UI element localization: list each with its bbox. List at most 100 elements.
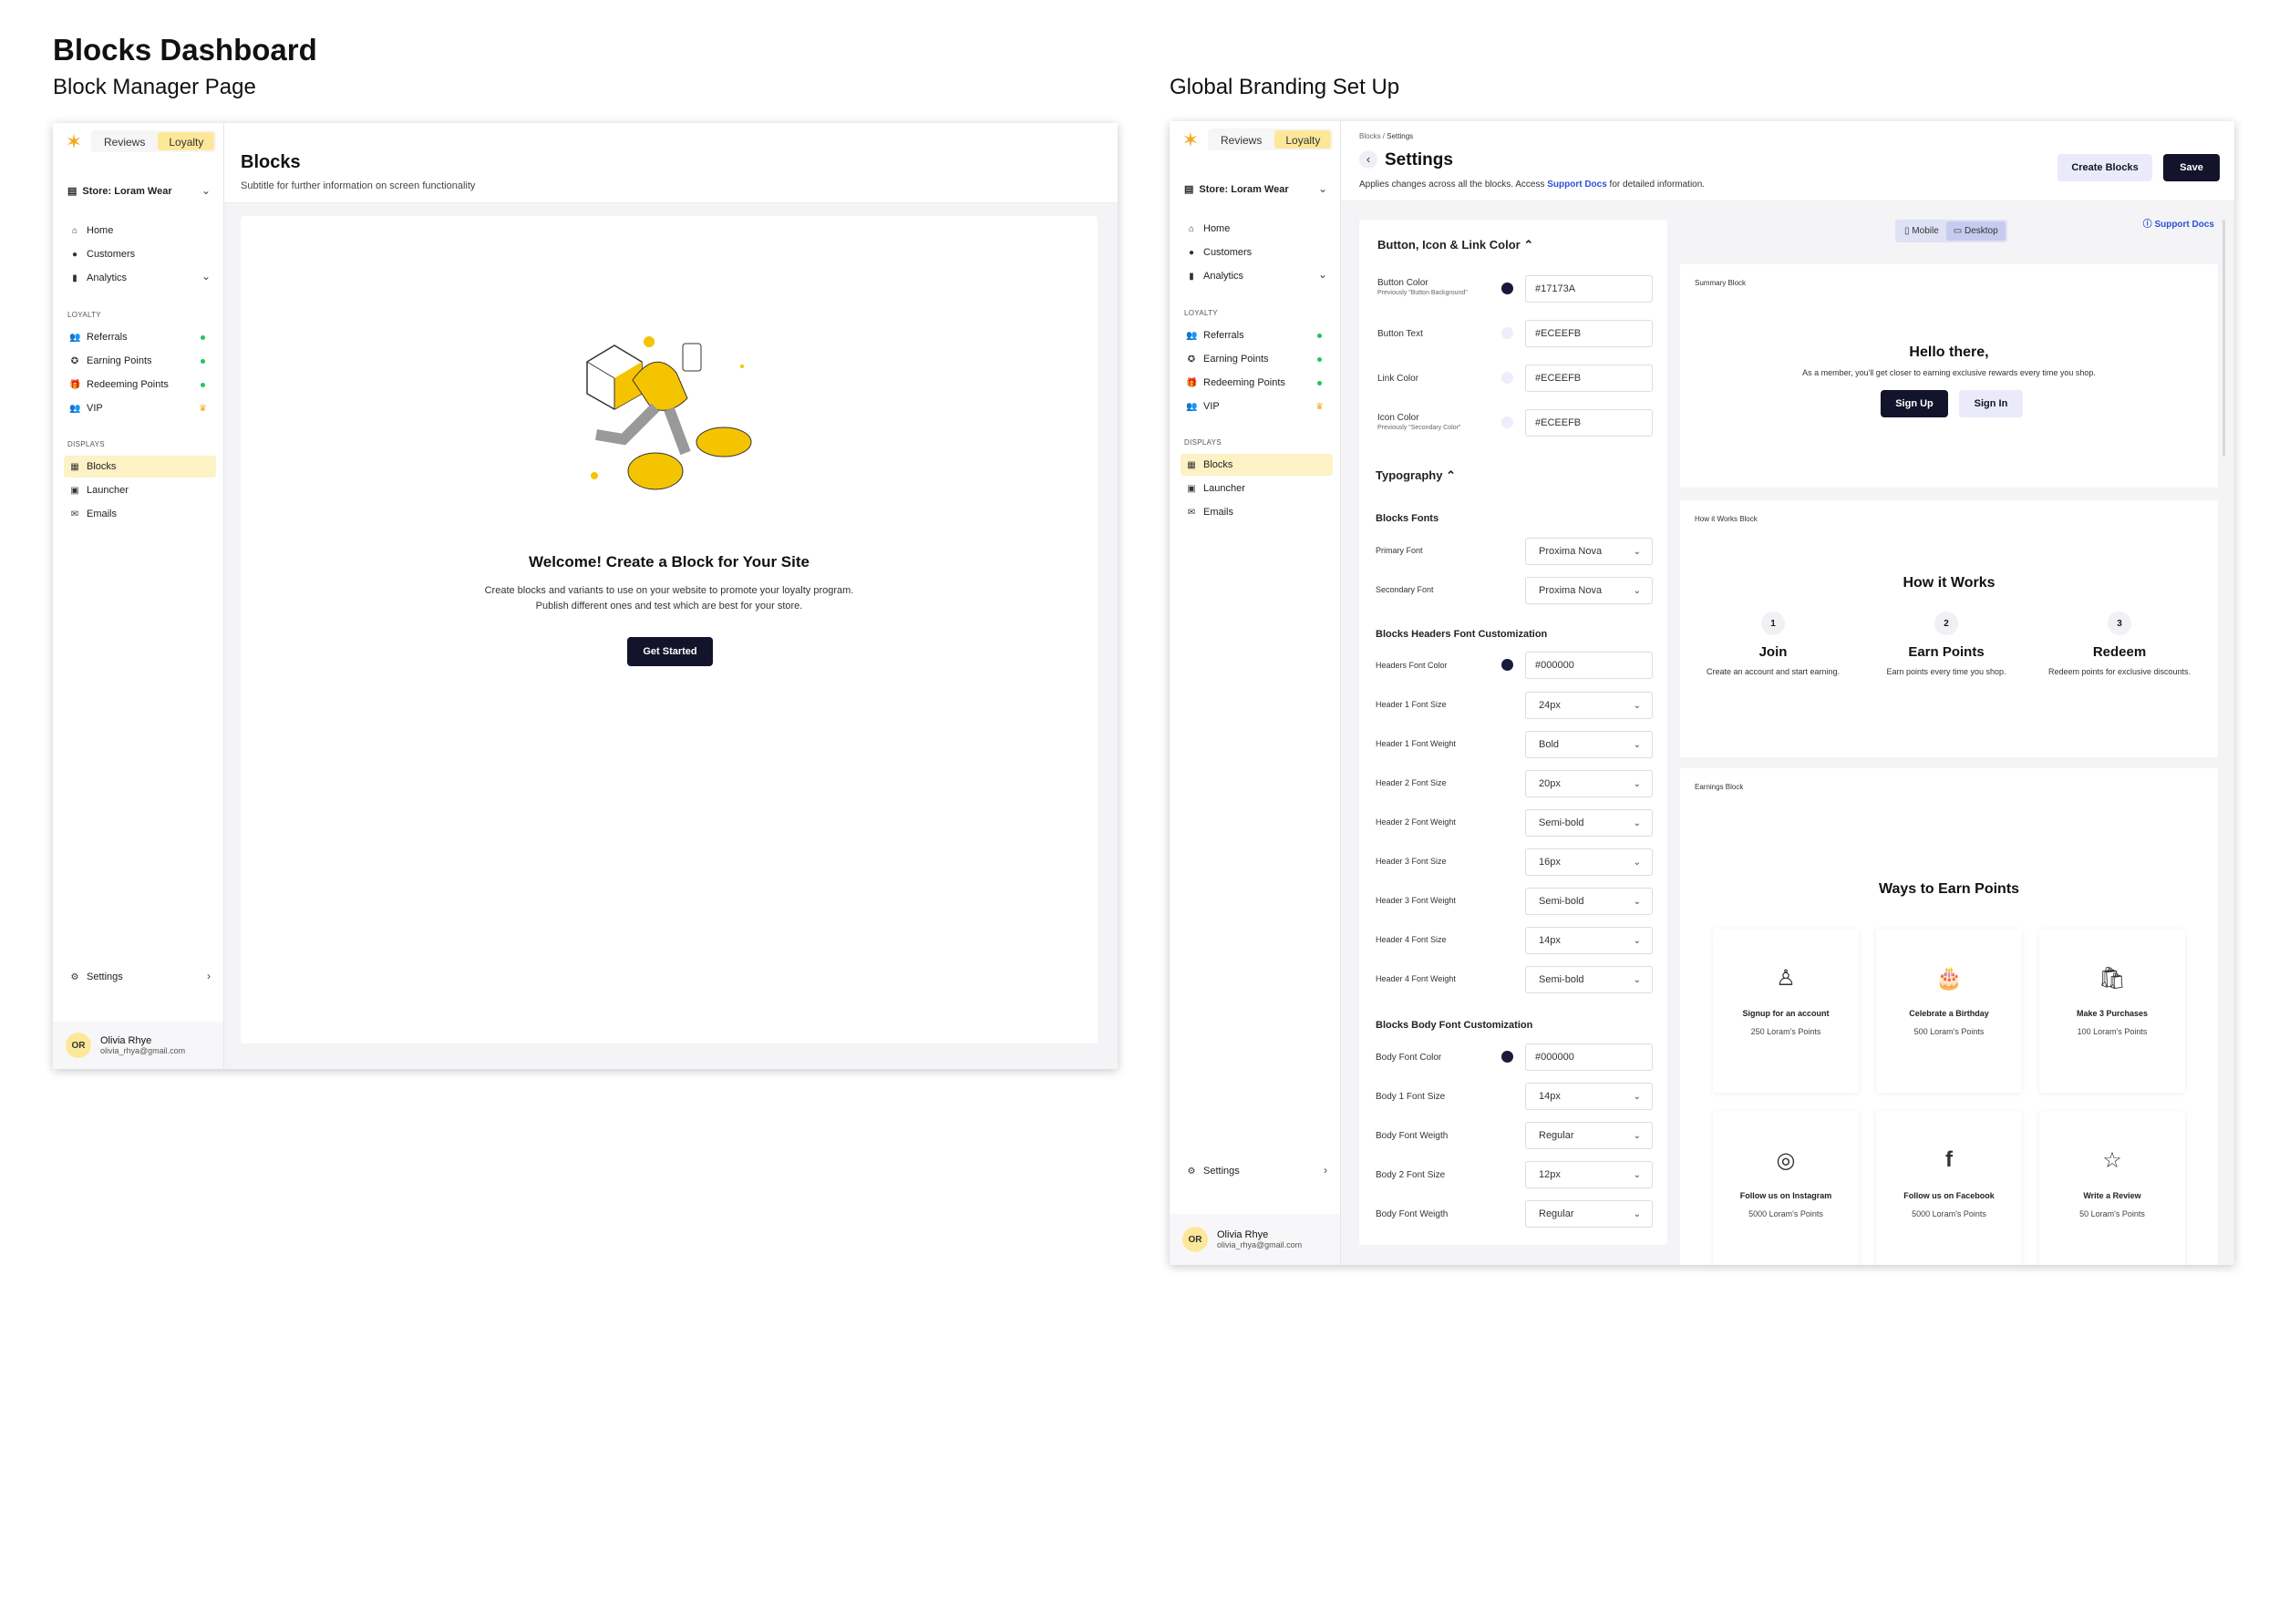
user-profile[interactable]: OR Olivia Rhye olivia_rhya@gmail.com [1170, 1214, 1340, 1265]
block-manager-frame: ✶ Reviews Loyalty ▤ Store: Loram Wear ⌄ … [53, 123, 1118, 1069]
b1-size-select[interactable]: 14px ⌄ [1525, 1083, 1653, 1110]
sidebar-item-blocks[interactable]: ▦ Blocks [64, 456, 216, 478]
create-blocks-button[interactable]: Create Blocks [2057, 154, 2152, 181]
sidebar-item-vip[interactable]: 👥 VIP ♛ [1181, 396, 1333, 417]
tab-reviews[interactable]: Reviews [93, 132, 156, 150]
h1-size-select[interactable]: 24px ⌄ [1525, 692, 1653, 719]
earn-tile[interactable]: f Follow us on Facebook 5000 Loram's Point… [1876, 1111, 2022, 1265]
sidebar-item-redeeming-points[interactable]: 🎁 Redeeming Points [1181, 372, 1333, 394]
h4-weight-select[interactable]: Semi-bold ⌄ [1525, 966, 1653, 993]
icon-color-input[interactable]: #ECEEFB [1525, 409, 1653, 437]
breadcrumb-root[interactable]: Blocks [1359, 132, 1381, 140]
earn-tile[interactable]: ♙ Signup for an account 250 Loram's Points [1713, 929, 1859, 1093]
button-color-input[interactable]: #17173A [1525, 275, 1653, 303]
get-started-button[interactable]: Get Started [627, 637, 713, 666]
tab-reviews[interactable]: Reviews [1210, 130, 1273, 149]
earn-tile[interactable]: 🎂 Celebrate a Birthday 500 Loram's Points [1876, 929, 2022, 1093]
save-button[interactable]: Save [2163, 154, 2220, 181]
h1-weight-select[interactable]: Bold ⌄ [1525, 731, 1653, 758]
sidebar-item-home[interactable]: ⌂ Home [1181, 218, 1333, 240]
sign-up-button[interactable]: Sign Up [1881, 390, 1948, 417]
sidebar-item-customers[interactable]: ● Customers [64, 243, 216, 265]
chevron-down-icon: ⌄ [1633, 1091, 1641, 1102]
h3-weight-select[interactable]: Semi-bold ⌄ [1525, 888, 1653, 915]
headers-font-color-swatch[interactable] [1501, 659, 1513, 671]
sidebar-item-label: Earning Points [1203, 354, 1269, 365]
button-color-swatch[interactable] [1501, 283, 1513, 294]
b2-size-select[interactable]: 12px ⌄ [1525, 1161, 1653, 1188]
empty-state-line-2: Publish different ones and test which ar… [535, 601, 803, 612]
b1-weight-select[interactable]: Regular ⌄ [1525, 1122, 1653, 1149]
chevron-down-icon[interactable]: ⌄ [201, 270, 211, 283]
help-circle-icon: ⓘ [2142, 220, 2152, 230]
grid-icon: ▦ [70, 461, 79, 472]
sidebar-item-vip[interactable]: 👥 VIP ♛ [64, 397, 216, 419]
sidebar-item-blocks[interactable]: ▦ Blocks [1181, 454, 1333, 476]
sidebar-item-emails[interactable]: ✉ Emails [1181, 501, 1333, 523]
primary-font-select[interactable]: Proxima Nova ⌄ [1525, 538, 1653, 565]
settings-description-text: Applies changes across all the blocks. A… [1359, 180, 1548, 190]
chevron-down-icon[interactable]: ⌄ [1318, 268, 1327, 281]
chevron-right-icon[interactable]: › [1324, 1164, 1327, 1177]
color-section-heading[interactable]: Button, Icon & Link Color ⌃ [1377, 238, 1533, 252]
sidebar-item-home[interactable]: ⌂ Home [64, 220, 216, 242]
sidebar-item-launcher[interactable]: ▣ Launcher [1181, 478, 1333, 499]
button-text-swatch[interactable] [1501, 327, 1513, 339]
summary-block-preview[interactable]: Summary Block Hello there, As a member, … [1680, 264, 2218, 488]
h4-weight-label: Header 4 Font Weight [1376, 974, 1456, 983]
h2-size-label: Header 2 Font Size [1376, 778, 1447, 787]
secondary-font-select[interactable]: Proxima Nova ⌄ [1525, 577, 1653, 604]
sidebar-item-analytics[interactable]: ▮ Analytics [1181, 265, 1333, 287]
body-font-color-swatch[interactable] [1501, 1051, 1513, 1063]
sidebar-item-redeeming-points[interactable]: 🎁 Redeeming Points [64, 374, 216, 396]
sidebar-item-earning-points[interactable]: ✪ Earning Points [1181, 348, 1333, 370]
earn-tile[interactable]: ◎ Follow us on Instagram 5000 Loram's Poin… [1713, 1111, 1859, 1265]
support-docs-link[interactable]: Support Docs [1547, 180, 1607, 190]
button-text-input[interactable]: #ECEEFB [1525, 320, 1653, 347]
typography-heading[interactable]: Typography ⌃ [1376, 468, 1456, 483]
sign-in-button[interactable]: Sign In [1959, 390, 2023, 417]
link-color-input[interactable]: #ECEEFB [1525, 365, 1653, 392]
user-profile[interactable]: OR Olivia Rhye olivia_rhya@gmail.com [53, 1022, 223, 1069]
chevron-down-icon[interactable]: ⌄ [1318, 182, 1327, 195]
tab-loyalty[interactable]: Loyalty [1274, 130, 1332, 149]
earn-tile[interactable]: 🛍 Make 3 Purchases 100 Loram's Points [2039, 929, 2185, 1093]
icon-color-swatch[interactable] [1501, 416, 1513, 428]
store-selector[interactable]: ▤ Store: Loram Wear [1184, 183, 1289, 196]
how-it-works-block-preview[interactable]: How it Works Block How it Works 1 Join Cre… [1680, 500, 2218, 757]
link-color-label: Link Color [1377, 374, 1419, 384]
sidebar-item-customers[interactable]: ● Customers [1181, 242, 1333, 263]
sidebar-item-label: Home [1203, 223, 1231, 234]
sidebar-item-launcher[interactable]: ▣ Launcher [64, 479, 216, 501]
sidebar-item-emails[interactable]: ✉ Emails [64, 503, 216, 525]
view-desktop-option[interactable]: ▭ Desktop [1945, 221, 2006, 241]
h4-size-select[interactable]: 14px ⌄ [1525, 927, 1653, 954]
chevron-down-icon[interactable]: ⌄ [201, 184, 211, 197]
chevron-right-icon[interactable]: › [207, 970, 211, 982]
h3-weight-label: Header 3 Font Weight [1376, 896, 1456, 905]
support-docs-link-top[interactable]: ⓘ Support Docs [2143, 216, 2214, 230]
section-label-loyalty: LOYALTY [1184, 309, 1218, 317]
preview-scrollbar[interactable] [2222, 220, 2225, 457]
sidebar-item-referrals[interactable]: 👥 Referrals [64, 326, 216, 348]
back-arrow-icon[interactable]: ‹ [1359, 150, 1377, 169]
tab-loyalty[interactable]: Loyalty [158, 132, 215, 150]
sidebar-item-earning-points[interactable]: ✪ Earning Points [64, 350, 216, 372]
h2-weight-select[interactable]: Semi-bold ⌄ [1525, 809, 1653, 837]
headers-font-color-input[interactable]: #000000 [1525, 652, 1653, 679]
store-selector[interactable]: ▤ Store: Loram Wear [67, 185, 172, 198]
sidebar-item-referrals[interactable]: 👥 Referrals [1181, 324, 1333, 346]
h2-size-select[interactable]: 20px ⌄ [1525, 770, 1653, 797]
sidebar-item-analytics[interactable]: ▮ Analytics [64, 267, 216, 289]
b2-weight-select[interactable]: Regular ⌄ [1525, 1200, 1653, 1228]
earnings-block-preview[interactable]: Earnings Block Ways to Earn Points ♙ Sign… [1680, 768, 2218, 1265]
earn-tile[interactable]: ☆ Write a Review 50 Loram's Points [2039, 1111, 2185, 1265]
view-mobile-option[interactable]: ▯ Mobile [1897, 221, 1946, 241]
sidebar-item-settings[interactable]: ⚙ Settings [64, 966, 216, 988]
body-font-color-input[interactable]: #000000 [1525, 1043, 1653, 1071]
earn-tile-title: Celebrate a Birthday [1909, 1009, 1989, 1018]
h3-size-select[interactable]: 16px ⌄ [1525, 848, 1653, 876]
sidebar-item-settings[interactable]: ⚙ Settings [1181, 1160, 1333, 1182]
link-color-swatch[interactable] [1501, 372, 1513, 384]
select-value: Regular [1539, 1130, 1574, 1141]
